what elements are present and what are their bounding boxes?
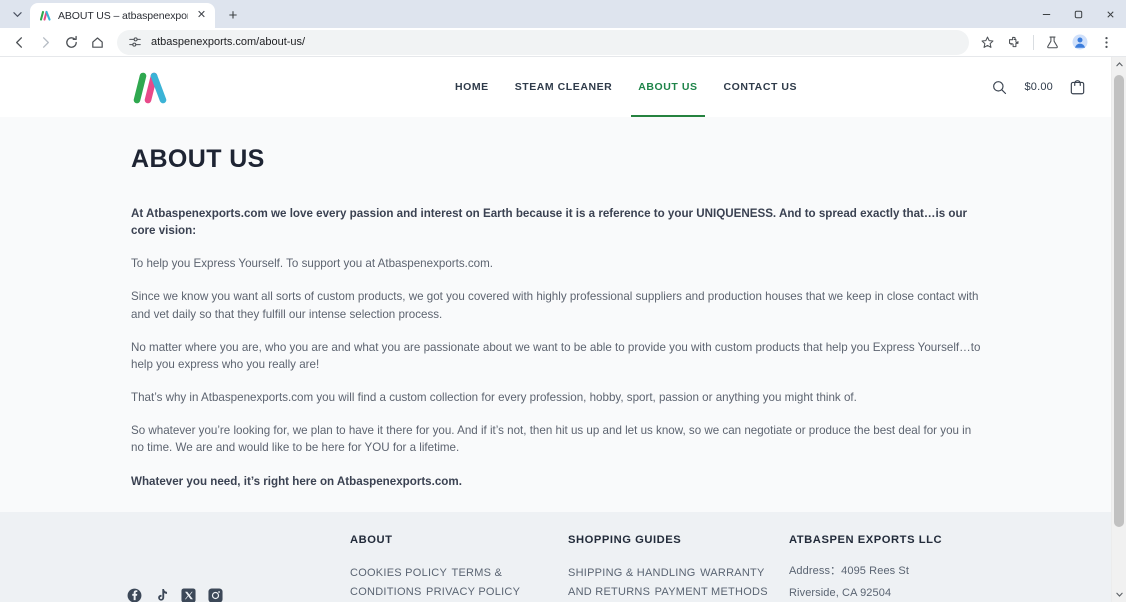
tab-search-chevron-icon[interactable] bbox=[4, 1, 30, 27]
address-bar-url[interactable]: atbaspenexports.com/about-us/ bbox=[151, 36, 305, 48]
page-scrollbar[interactable] bbox=[1111, 57, 1126, 602]
instagram-icon[interactable] bbox=[208, 588, 223, 602]
facebook-icon[interactable] bbox=[127, 588, 142, 602]
close-window-button[interactable] bbox=[1094, 0, 1126, 28]
scrollbar-thumb[interactable] bbox=[1114, 75, 1124, 527]
site-header: HOME STEAM CLEANER ABOUT US CONTACT US $… bbox=[0, 57, 1111, 117]
shopping-bag-icon[interactable] bbox=[1070, 79, 1085, 95]
bookmark-star-icon[interactable] bbox=[975, 30, 1000, 55]
footer-heading: ABOUT bbox=[350, 533, 393, 546]
footer-column-about: ABOUT COOKIES POLICY TERMS & CONDITIONS … bbox=[350, 534, 568, 602]
address-bar[interactable]: atbaspenexports.com/about-us/ bbox=[117, 29, 969, 55]
browser-tab[interactable]: ABOUT US – atbaspenexports.c ✕ bbox=[30, 3, 215, 28]
social-links bbox=[0, 534, 350, 602]
reload-button-icon[interactable] bbox=[59, 30, 84, 55]
tab-strip: ABOUT US – atbaspenexports.c ✕ + bbox=[0, 0, 1126, 28]
body-paragraph: So whatever you’re looking for, we plan … bbox=[131, 424, 972, 455]
extensions-puzzle-icon[interactable] bbox=[1002, 30, 1027, 55]
body-paragraph: Since we know you want all sorts of cust… bbox=[131, 290, 979, 321]
profile-avatar[interactable] bbox=[1067, 30, 1092, 55]
footer-link-payment-methods[interactable]: PAYMENT METHODS bbox=[655, 586, 768, 598]
scroll-up-arrow-icon[interactable] bbox=[1112, 57, 1126, 72]
search-icon[interactable] bbox=[992, 80, 1007, 95]
back-button-icon[interactable] bbox=[7, 30, 32, 55]
browser-window: ABOUT US – atbaspenexports.c ✕ + bbox=[0, 0, 1126, 602]
company-address-line: Riverside, CA 92504 bbox=[789, 587, 892, 600]
page-title: ABOUT US bbox=[131, 145, 265, 173]
minimize-button[interactable] bbox=[1030, 0, 1062, 28]
web-page: HOME STEAM CLEANER ABOUT US CONTACT US $… bbox=[0, 57, 1111, 602]
nav-item-about-us[interactable]: ABOUT US bbox=[625, 57, 710, 117]
site-footer: ABOUT COOKIES POLICY TERMS & CONDITIONS … bbox=[0, 511, 1111, 602]
nav-item-home[interactable]: HOME bbox=[442, 57, 502, 117]
main-navigation: HOME STEAM CLEANER ABOUT US CONTACT US bbox=[442, 57, 810, 117]
site-settings-tune-icon[interactable] bbox=[127, 35, 142, 50]
body-paragraph: Whatever you need, it’s right here on At… bbox=[131, 474, 462, 488]
maximize-button[interactable] bbox=[1062, 0, 1094, 28]
scroll-down-arrow-icon[interactable] bbox=[1112, 587, 1126, 602]
tab-close-icon[interactable]: ✕ bbox=[194, 8, 209, 23]
toolbar-actions bbox=[975, 30, 1119, 55]
forward-button-icon[interactable] bbox=[33, 30, 58, 55]
site-logo[interactable] bbox=[130, 70, 172, 104]
body-paragraph: That’s why in Atbaspenexports.com you wi… bbox=[131, 391, 857, 405]
footer-link-privacy-policy[interactable]: PRIVACY POLICY bbox=[426, 586, 520, 598]
window-controls bbox=[1030, 0, 1126, 28]
page-viewport: HOME STEAM CLEANER ABOUT US CONTACT US $… bbox=[0, 57, 1126, 602]
nav-item-contact-us[interactable]: CONTACT US bbox=[711, 57, 811, 117]
nav-item-steam-cleaner[interactable]: STEAM CLEANER bbox=[502, 57, 626, 117]
site-logo-favicon bbox=[39, 9, 52, 22]
footer-link-shipping-handling[interactable]: SHIPPING & HANDLING bbox=[568, 567, 696, 579]
footer-link-cookies-policy[interactable]: COOKIES POLICY bbox=[350, 567, 447, 579]
footer-column-company: ATBASPEN EXPORTS LLC Address：4095 Rees S… bbox=[786, 534, 1085, 602]
cart-total: $0.00 bbox=[1024, 81, 1053, 93]
company-address-line: Address：4095 Rees St bbox=[789, 564, 910, 577]
main-content: ABOUT US At Atbaspenexports.com we love … bbox=[0, 117, 1111, 512]
toolbar-divider bbox=[1033, 34, 1034, 50]
footer-heading: ATBASPEN EXPORTS LLC bbox=[789, 533, 943, 546]
body-paragraph: To help you Express Yourself. To support… bbox=[131, 257, 493, 271]
home-button-icon[interactable] bbox=[85, 30, 110, 55]
chrome-menu-icon[interactable] bbox=[1094, 30, 1119, 55]
footer-column-shopping-guides: SHOPPING GUIDES SHIPPING & HANDLING WARR… bbox=[568, 534, 786, 602]
footer-heading: SHOPPING GUIDES bbox=[568, 533, 682, 546]
body-paragraph: At Atbaspenexports.com we love every pas… bbox=[131, 207, 968, 238]
x-twitter-icon[interactable] bbox=[181, 588, 196, 602]
tiktok-icon[interactable] bbox=[154, 588, 169, 602]
labs-flask-icon[interactable] bbox=[1040, 30, 1065, 55]
browser-toolbar: atbaspenexports.com/about-us/ bbox=[0, 28, 1126, 57]
new-tab-button[interactable]: + bbox=[221, 3, 245, 27]
body-paragraph: No matter where you are, who you are and… bbox=[131, 340, 981, 371]
header-actions: $0.00 bbox=[992, 79, 1085, 95]
tab-title: ABOUT US – atbaspenexports.c bbox=[58, 9, 188, 22]
